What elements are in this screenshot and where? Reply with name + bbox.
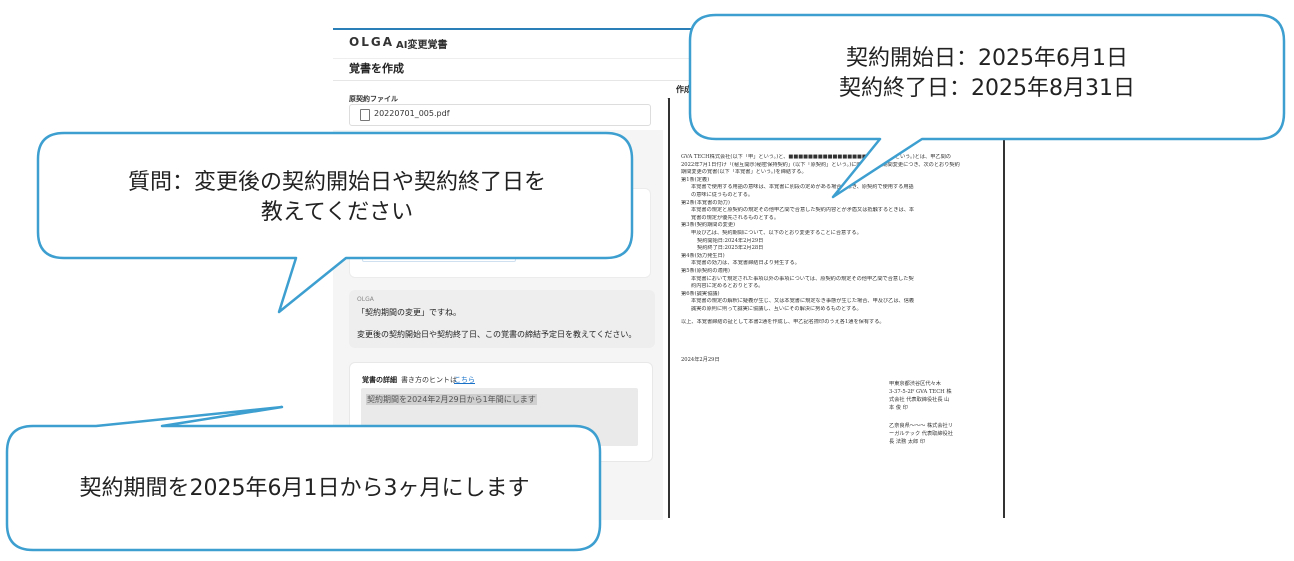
callout-text-bottom: 契約期間を2025年6月1日から3ヶ月にします [79, 476, 530, 501]
callout-line: 質問：変更後の契約開始日や契約終了日を [127, 170, 546, 195]
callout-text-top: 契約開始日：2025年6月1日 契約終了日：2025年8月31日 [690, 44, 1284, 104]
callout-line: 契約終了日：2025年8月31日 [839, 76, 1135, 101]
callout-text-left: 質問：変更後の契約開始日や契約終了日を 教えてください [40, 168, 634, 228]
callout-line: 契約開始日：2025年6月1日 [846, 46, 1128, 71]
callout-bubble-top [688, 13, 1286, 199]
callout-line: 教えてください [260, 200, 414, 225]
